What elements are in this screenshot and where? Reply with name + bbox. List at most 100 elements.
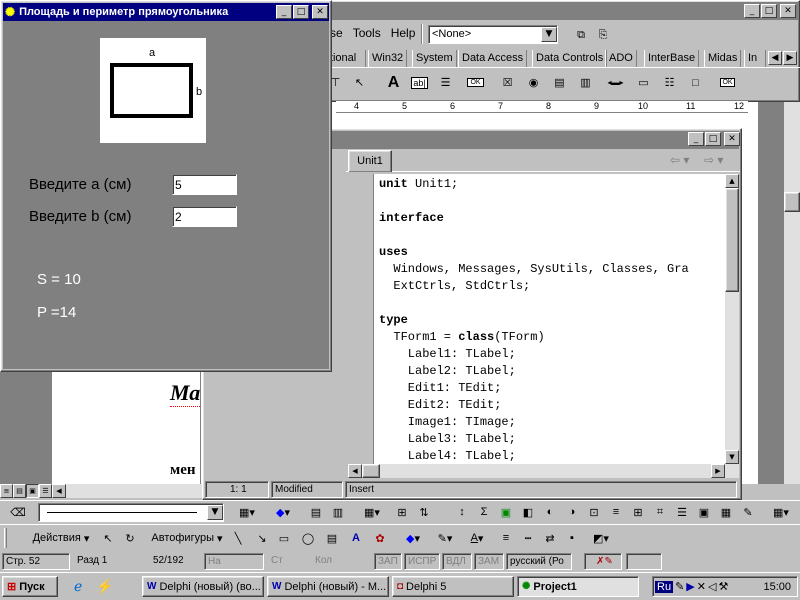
quicklaunch-icon-2[interactable]: ⚡ (96, 578, 113, 595)
eraser-icon[interactable]: ⌫ (8, 502, 28, 522)
tab-data-controls[interactable]: Data Controls (532, 50, 608, 67)
wordart-icon[interactable]: A (346, 528, 366, 548)
editor-vscrollbar[interactable]: ▲ ▼ (725, 174, 739, 464)
input-b[interactable] (172, 206, 237, 227)
delphi-maximize-icon[interactable]: □ (761, 4, 777, 18)
crop-icon[interactable]: ⊡ (584, 502, 604, 522)
actions-menu[interactable]: Действия ▾ (26, 528, 96, 548)
groupbox-component-icon[interactable]: ▭ (632, 71, 655, 94)
menu-item-tools[interactable]: Tools (353, 26, 381, 40)
palette-toolbar-btn2[interactable]: ⎘ (594, 26, 612, 44)
form-close-icon[interactable]: ✕ (312, 5, 328, 19)
shadow-icon[interactable]: ▪ (562, 528, 582, 548)
more-icon[interactable]: ▦▾ (766, 502, 796, 522)
listbox-component-icon[interactable]: ▤ (548, 71, 571, 94)
select-objects-icon[interactable]: ↖ (98, 528, 118, 548)
nav-back-icon[interactable]: ⇦ ▾ (670, 153, 689, 167)
task-delphi-1[interactable]: W Delphi (новый) (во... (142, 576, 264, 597)
table-icon[interactable]: ▤ (306, 502, 326, 522)
word-vscroll-thumb[interactable] (784, 192, 800, 212)
editor-maximize-icon[interactable]: □ (705, 132, 721, 146)
line-style-combo[interactable]: ▼ (38, 503, 224, 522)
actionlist-component-icon[interactable]: OK (716, 71, 739, 94)
task-delphi-2[interactable]: W Delphi (новый) - М... (267, 576, 389, 597)
pen-icon[interactable]: ✎ (738, 502, 758, 522)
editor-hscrollbar[interactable]: ◀ ▶ (348, 464, 739, 478)
editor-scroll-down-icon[interactable]: ▼ (725, 450, 739, 464)
label-component-icon[interactable]: A (382, 71, 405, 94)
line-weight-icon[interactable]: ≡ (496, 528, 516, 548)
line-icon[interactable]: ╲ (228, 528, 248, 548)
contrast-icon[interactable]: ◐ (540, 502, 560, 522)
tab-internet[interactable]: In (744, 50, 766, 67)
arrow-style-icon[interactable]: ⇄ (540, 528, 560, 548)
tab-system[interactable]: System (412, 50, 457, 67)
word-vscrollbar[interactable]: ▲ (784, 100, 800, 538)
quicklaunch-ie-icon[interactable]: ℯ (74, 578, 82, 595)
start-button[interactable]: ⊞ Пуск (2, 576, 58, 597)
word-hscrollbar[interactable]: ≡ ▤ ▣ ☰ ◀ (0, 484, 202, 498)
editor-hscroll-thumb[interactable] (362, 464, 380, 478)
task-project1[interactable]: ✺ Project1 (517, 576, 639, 597)
sum-icon[interactable]: Σ (474, 502, 494, 522)
font-color-icon[interactable]: A ▾ (462, 528, 492, 548)
editor-scroll-right-icon[interactable]: ▶ (711, 464, 725, 478)
editor-scroll-up-icon[interactable]: ▲ (725, 174, 739, 188)
tab-win32[interactable]: Win32 (368, 50, 408, 67)
outline-view-icon[interactable]: ☰ (39, 484, 52, 498)
tab-unit1[interactable]: Unit1 (348, 150, 392, 172)
input-a[interactable] (172, 174, 237, 195)
normal-view-icon[interactable]: ≡ (0, 484, 13, 498)
checkbox-component-icon[interactable]: ☒ (496, 71, 519, 94)
fill-color-icon[interactable]: ◆ ▾ (268, 502, 298, 522)
border-icon[interactable]: ▦▾ (232, 502, 262, 522)
tray-x-icon[interactable]: ✕ (697, 580, 706, 593)
text-direction-icon[interactable]: ⇅ (414, 502, 434, 522)
spelling-status-icon[interactable]: ✗✎ (584, 553, 622, 570)
scrollbar-component-icon[interactable]: ◂▬▸ (604, 71, 627, 94)
line-style-icon[interactable]: ≡ (606, 502, 626, 522)
tab-midas[interactable]: Midas (704, 50, 742, 67)
tabs-scroll-left-icon[interactable]: ◀ (768, 51, 782, 65)
tab-ado[interactable]: ADO (605, 50, 637, 67)
image-color-icon[interactable]: ◧ (518, 502, 538, 522)
radiogroup-component-icon[interactable]: ☷ (658, 71, 681, 94)
clipart-icon[interactable]: ✿ (370, 528, 390, 548)
editor-scroll-left-icon[interactable]: ◀ (348, 464, 362, 478)
free-rotate-icon[interactable]: ↻ (120, 528, 140, 548)
code-area[interactable]: unit Unit1; interface uses Windows, Messag… (374, 174, 725, 464)
delphi-close-icon[interactable]: ✕ (780, 4, 796, 18)
distribute-icon[interactable]: ⊞ (392, 502, 412, 522)
wrap-icon[interactable]: ⊞ (628, 502, 648, 522)
dash-style-icon[interactable]: ┅ (518, 528, 538, 548)
form-maximize-icon[interactable]: □ (293, 5, 309, 19)
autoshapes-menu[interactable]: Автофигуры ▾ (148, 528, 226, 548)
arrow-icon[interactable]: ↘ (252, 528, 272, 548)
panel-component-icon[interactable]: □ (684, 71, 707, 94)
oval-icon[interactable]: ◯ (298, 528, 318, 548)
tabs-scroll-right-icon[interactable]: ▶ (783, 51, 797, 65)
tab-interbase[interactable]: InterBase (644, 50, 700, 67)
combo-dropdown-icon[interactable]: ▼ (541, 27, 557, 42)
fill-color-drawing-icon[interactable]: ◆ ▾ (398, 528, 428, 548)
line-color-icon[interactable]: ✎▾ (430, 528, 460, 548)
component-combo[interactable]: <None> ▼ (428, 25, 558, 44)
3d-icon[interactable]: ◩▾ (586, 528, 616, 548)
palette-toolbar-btn1[interactable]: ⧉ (572, 26, 590, 44)
page-view-icon[interactable]: ▣ (26, 484, 39, 498)
brightness-icon[interactable]: ◑ (562, 502, 582, 522)
menu-item-help[interactable]: Help (391, 26, 416, 40)
edit-component-icon[interactable]: ab| (408, 71, 431, 94)
button-component-icon[interactable]: OK (464, 71, 487, 94)
memo-component-icon[interactable]: ☰ (434, 71, 457, 94)
task-delphi-5[interactable]: ◘ Delphi 5 (392, 576, 514, 597)
lines-icon[interactable]: ☰ (672, 502, 692, 522)
combobox-component-icon[interactable]: ▥ (574, 71, 597, 94)
rectangle-icon[interactable]: ▭ (274, 528, 294, 548)
align-icon[interactable]: ▥ (328, 502, 348, 522)
radio-component-icon[interactable]: ◉ (522, 71, 545, 94)
form-minimize-icon[interactable]: _ (276, 5, 292, 19)
delphi-minimize-icon[interactable]: _ (744, 4, 760, 18)
lang-indicator[interactable]: Ru (655, 580, 674, 593)
merge-icon[interactable]: ▦▾ (360, 502, 384, 522)
